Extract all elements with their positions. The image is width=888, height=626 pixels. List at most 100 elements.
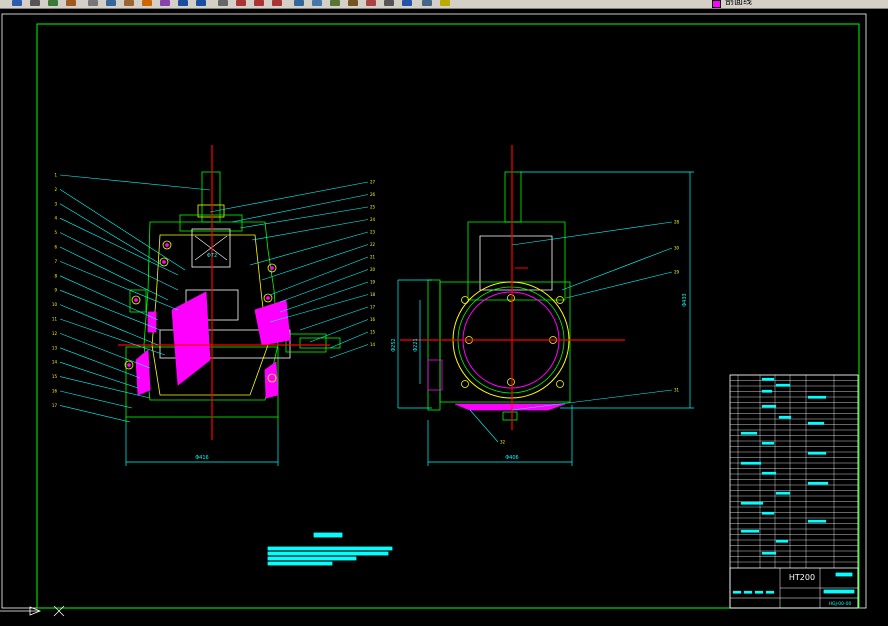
left-hatch-seal xyxy=(147,311,157,333)
parts-cell-12 xyxy=(807,481,829,485)
cut-button[interactable] xyxy=(86,0,100,7)
parts-cell-0 xyxy=(761,377,775,381)
right-callout-3: 31 xyxy=(674,388,680,393)
copy-button[interactable] xyxy=(104,0,118,7)
parts-cell-17 xyxy=(740,529,760,533)
parts-cell-6 xyxy=(807,421,825,425)
match-properties-button[interactable] xyxy=(140,0,154,7)
layer-state-button[interactable] xyxy=(438,0,452,7)
calculator-icon xyxy=(384,0,394,6)
parts-cell-13 xyxy=(775,491,791,495)
title-name-cell xyxy=(835,572,853,577)
left-right-callout-13: 14 xyxy=(370,342,376,347)
parts-cell-5 xyxy=(778,415,792,419)
paste-icon xyxy=(124,0,134,6)
left-bolt-core-4 xyxy=(127,363,131,367)
left-callout-12: 12 xyxy=(52,331,58,336)
zoom-window-button[interactable] xyxy=(252,0,266,7)
plot-button[interactable] xyxy=(28,0,42,7)
zoom-window-icon xyxy=(254,0,264,6)
brush-icon xyxy=(142,0,152,6)
title-sign-cell-2 xyxy=(754,590,764,594)
tool-palettes-button[interactable] xyxy=(328,0,342,7)
block-icon xyxy=(160,0,170,6)
title-sign-cell-3 xyxy=(765,590,775,594)
left-right-callout-8: 19 xyxy=(370,280,376,285)
parts-cell-11 xyxy=(761,471,777,475)
parts-cell-14 xyxy=(740,501,764,505)
layer-manager-button[interactable] xyxy=(420,0,434,7)
left-right-callout-5: 22 xyxy=(370,242,376,247)
properties-button[interactable] xyxy=(292,0,306,7)
preview-button[interactable] xyxy=(46,0,60,7)
left-inner-dim-text: Φ72 xyxy=(207,253,217,259)
parts-cell-9 xyxy=(807,451,827,455)
left-right-callout-2: 25 xyxy=(370,205,376,210)
left-callout-15: 15 xyxy=(52,374,58,379)
right-inner-dim-text: Φ221 xyxy=(413,338,419,351)
left-bolt-core-6 xyxy=(270,266,274,270)
left-right-callout-7: 20 xyxy=(370,267,376,272)
pan-button[interactable] xyxy=(216,0,230,7)
redo-icon xyxy=(196,0,206,6)
save-icon xyxy=(12,0,22,6)
calculator-button[interactable] xyxy=(382,0,396,7)
right-height-dim-text: Φ433 xyxy=(682,293,688,306)
right-callout-4: 32 xyxy=(500,440,506,445)
block-editor-button[interactable] xyxy=(158,0,172,7)
parts-cell-15 xyxy=(761,511,775,515)
left-right-callout-10: 17 xyxy=(370,305,376,310)
publish-button[interactable] xyxy=(64,0,78,7)
right-callout-0: 28 xyxy=(674,220,680,225)
parts-cell-8 xyxy=(761,441,775,445)
zoom-previous-icon xyxy=(272,0,282,6)
parts-cell-1 xyxy=(775,383,791,387)
drawing-canvas[interactable]: Φ416Φ72123456789101112131415161727262524… xyxy=(0,9,888,626)
preview-icon xyxy=(48,0,58,6)
left-callout-17: 17 xyxy=(52,403,58,408)
scissors-icon xyxy=(88,0,98,6)
help-button[interactable] xyxy=(400,0,414,7)
zoom-previous-button[interactable] xyxy=(270,0,284,7)
hand-icon xyxy=(218,0,228,6)
markup-button[interactable] xyxy=(364,0,378,7)
design-center-icon xyxy=(312,0,322,6)
zoom-icon xyxy=(236,0,246,6)
left-right-callout-0: 27 xyxy=(370,180,376,185)
left-bolt-core-1 xyxy=(266,296,270,300)
current-layer-name[interactable]: 剖面线 xyxy=(725,0,752,8)
title-sign-cell-1 xyxy=(743,590,753,594)
notes-line-3 xyxy=(267,556,357,561)
title-sign-cell-0 xyxy=(732,590,742,594)
title-drawing-name-cell xyxy=(823,589,855,594)
parts-cell-19 xyxy=(761,551,777,555)
left-callout-10: 10 xyxy=(52,302,58,307)
left-callout-13: 13 xyxy=(52,345,58,350)
undo-icon xyxy=(178,0,188,6)
sheet-set-button[interactable] xyxy=(346,0,360,7)
plot-icon xyxy=(30,0,40,6)
left-right-callout-11: 16 xyxy=(370,317,376,322)
undo-button[interactable] xyxy=(176,0,190,7)
copy-icon xyxy=(106,0,116,6)
right-callout-2: 29 xyxy=(674,270,680,275)
tool-palettes-icon xyxy=(330,0,340,6)
left-right-callout-1: 26 xyxy=(370,192,376,197)
left-right-callout-4: 23 xyxy=(370,230,376,235)
redo-button[interactable] xyxy=(194,0,208,7)
right-callout-1: 30 xyxy=(674,246,680,251)
layer-color-swatch[interactable] xyxy=(712,0,721,8)
parts-cell-3 xyxy=(807,395,827,399)
parts-cell-4 xyxy=(761,404,777,408)
left-right-callout-12: 15 xyxy=(370,330,376,335)
save-button[interactable] xyxy=(10,0,24,7)
design-center-button[interactable] xyxy=(310,0,324,7)
zoom-realtime-button[interactable] xyxy=(234,0,248,7)
title-material: HT200 xyxy=(789,573,815,582)
title-drawing-no: HGJ-00-00 xyxy=(829,601,852,607)
properties-icon xyxy=(294,0,304,6)
paste-button[interactable] xyxy=(122,0,136,7)
notes-title xyxy=(313,532,343,538)
right-width-dim-text: Φ406 xyxy=(505,455,518,461)
notes-line-1 xyxy=(267,546,393,551)
